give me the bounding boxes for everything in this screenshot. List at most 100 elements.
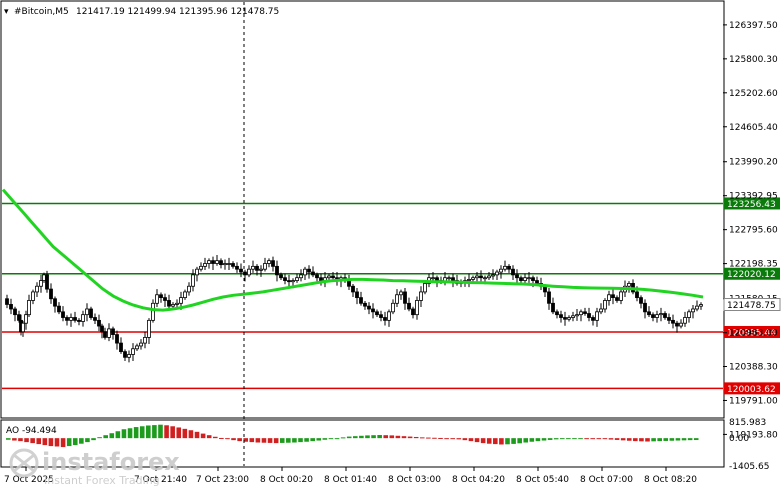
candle-body <box>527 277 531 280</box>
ao-bar <box>596 438 602 440</box>
price-tick-label: 125202.60 <box>729 89 778 99</box>
ao-bar <box>499 438 504 445</box>
candle-body <box>547 291 551 304</box>
candle-body <box>591 317 595 321</box>
candle-body <box>671 319 675 324</box>
candle-body <box>687 311 691 318</box>
price-tick-label: 123990.20 <box>729 158 778 168</box>
candle-body <box>675 322 679 327</box>
candle-body <box>89 308 93 318</box>
candle-body <box>295 277 299 281</box>
candle-body <box>483 277 487 280</box>
ao-bar <box>529 438 535 442</box>
candle-body <box>507 265 511 270</box>
price-tick-label: 124605.40 <box>729 123 778 133</box>
candle-body <box>327 275 331 279</box>
candle-body <box>599 308 603 313</box>
ao-bar <box>456 438 462 440</box>
price-chart[interactable]: 123256.43122020.12120995.44120003.62 815… <box>0 0 781 489</box>
candle-body <box>551 302 555 313</box>
candle-body <box>351 285 355 293</box>
candle-body <box>447 277 451 280</box>
ao-bar <box>523 438 529 443</box>
time-tick-label: 8 Oct 03:00 <box>388 475 441 485</box>
candle-body <box>227 263 231 265</box>
candle-body <box>21 322 25 333</box>
ao-bar <box>493 438 498 445</box>
candle-body <box>199 265 203 270</box>
candle-body <box>331 275 335 279</box>
time-tick-label: 8 Oct 07:00 <box>580 475 633 485</box>
candle-body <box>251 265 255 270</box>
candle-body <box>383 317 387 321</box>
candle-body <box>77 319 81 322</box>
ao-bar <box>559 438 565 440</box>
ao-bar <box>687 438 693 441</box>
candle-body <box>431 277 435 280</box>
ao-bar <box>426 437 431 439</box>
candle-body <box>359 297 363 304</box>
time-tick-label: 8 Oct 08:20 <box>644 475 697 485</box>
candle-body <box>299 274 303 279</box>
candle-body <box>159 294 163 299</box>
candle-body <box>663 313 667 318</box>
time-tick-label: 8 Oct 00:20 <box>260 475 313 485</box>
ao-bar <box>194 431 200 439</box>
ao-bar <box>91 438 96 441</box>
candle-body <box>259 268 263 271</box>
candle-body <box>347 280 351 287</box>
candle-body <box>275 265 279 276</box>
header-arrow: ▾ <box>4 7 9 17</box>
ao-bar <box>18 438 23 442</box>
ao-bar <box>517 438 522 444</box>
ao-bar <box>383 435 389 439</box>
candle-body <box>100 325 104 333</box>
candle-body <box>279 274 283 279</box>
candle-body <box>479 275 483 279</box>
candle-body <box>9 304 13 310</box>
candle-body <box>699 304 703 307</box>
candle-body <box>287 280 291 283</box>
candle-body <box>85 308 89 316</box>
candle-body <box>61 311 65 318</box>
ao-bar <box>468 438 474 442</box>
candle-body <box>603 300 607 310</box>
candle-body <box>651 314 655 318</box>
price-tick-label: 122198.35 <box>729 260 778 270</box>
ao-bar <box>675 438 681 441</box>
ao-bar <box>541 438 547 441</box>
ao-bar <box>377 434 382 439</box>
candle-body <box>559 314 563 318</box>
candle-body <box>163 297 167 301</box>
ao-bar <box>261 438 267 443</box>
ao-bar <box>651 438 656 442</box>
ao-bar <box>206 435 212 439</box>
candle-body <box>635 291 639 299</box>
candle-body <box>399 291 403 296</box>
ao-bar <box>681 438 687 441</box>
ao-bar <box>359 435 364 439</box>
level-badge-label: 120003.62 <box>727 385 776 395</box>
candle-body <box>139 342 143 347</box>
ao-bar <box>620 438 626 441</box>
ao-bar <box>669 438 675 441</box>
candle-body <box>151 302 155 321</box>
candle-body <box>179 297 183 304</box>
candle-body <box>175 302 179 305</box>
ao-bar <box>139 426 145 439</box>
ao-bar <box>133 427 139 439</box>
ao-bar <box>511 438 516 444</box>
candle-body <box>255 265 259 271</box>
candle-body <box>143 337 147 344</box>
candle-body <box>271 260 275 267</box>
ao-bar <box>389 435 395 439</box>
ao-bar <box>298 438 303 443</box>
candle-body <box>93 317 97 321</box>
ao-bar <box>438 437 443 439</box>
ao-bar <box>176 427 182 439</box>
ao-bar <box>182 428 188 439</box>
ao-bar <box>407 436 413 439</box>
candle-body <box>103 331 107 338</box>
time-tick-label: 8 Oct 04:20 <box>452 475 505 485</box>
candle-body <box>519 277 523 281</box>
